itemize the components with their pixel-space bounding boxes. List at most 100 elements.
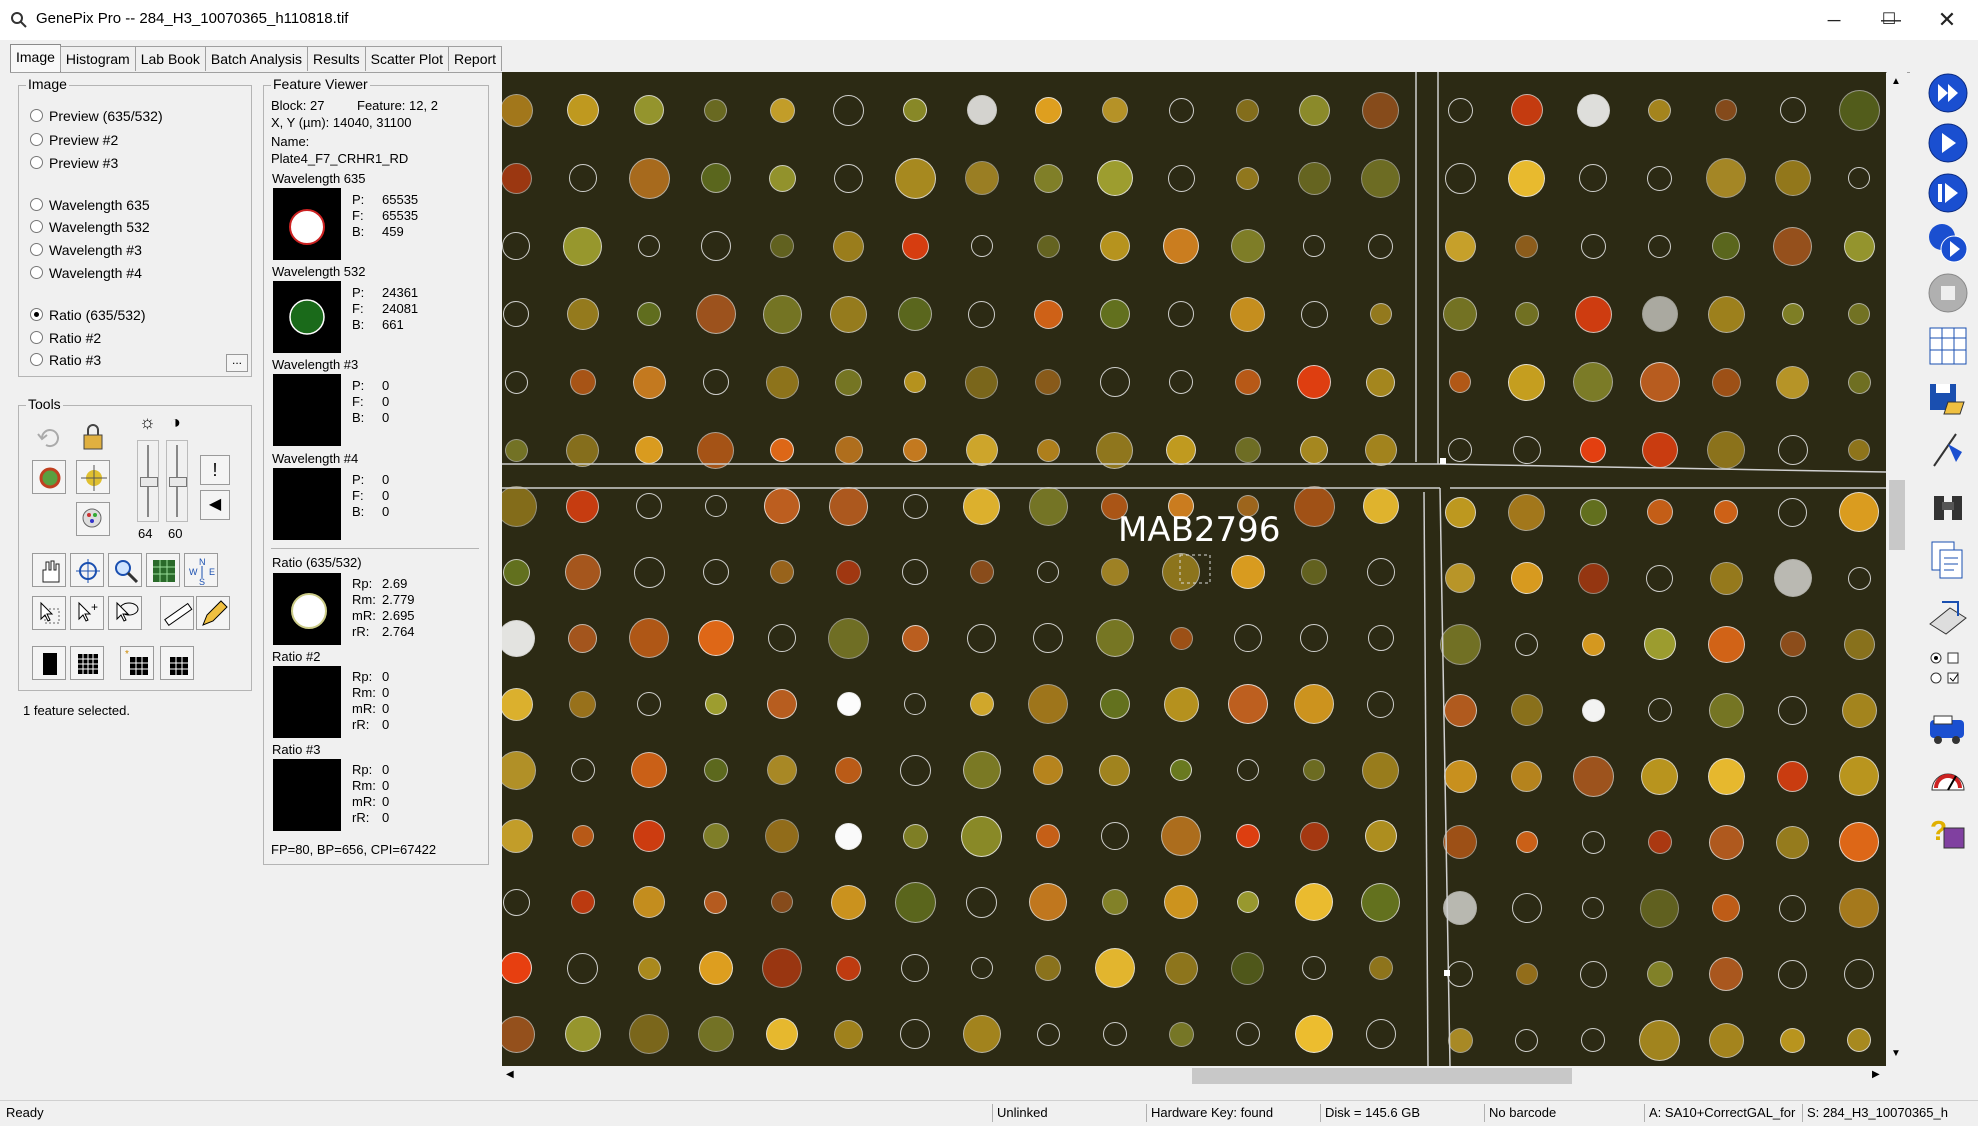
radio-ratio-2[interactable]: Ratio #2 [30,330,101,346]
minimize-window-button[interactable]: ─ [1805,0,1863,40]
wavelength-4-thumbnail [273,468,341,540]
wavelength-532-thumbnail [273,281,341,353]
wavelength-3-values: P: 0 F: 0 B: 0 [352,378,390,425]
radio-wavelength-532[interactable]: Wavelength 532 [30,219,150,235]
block-properties-icon[interactable] [160,646,194,680]
vertical-scroll-thumb[interactable] [1889,480,1905,550]
rotate-icon[interactable] [32,460,66,494]
tab-lab-book[interactable]: Lab Book [134,46,206,71]
scroll-left-icon[interactable]: ◀ [506,1069,514,1080]
tab-report[interactable]: Report [448,46,503,71]
gauge-icon[interactable] [1926,758,1970,802]
app-icon [11,12,27,28]
radio-ratio-635-532[interactable]: Ratio (635/532) [30,307,146,323]
block-grid-icon[interactable] [70,646,104,680]
status-ready: Ready [6,1105,44,1120]
flag-icon[interactable] [1926,428,1970,472]
radio-preview-635-532[interactable]: Preview (635/532) [30,108,163,124]
new-block-icon[interactable]: * [120,646,154,680]
zoom-center-icon[interactable] [70,553,104,587]
tab-bar: Image Histogram Lab Book Batch Analysis Resu… [10,44,503,72]
viewer-divider [271,548,479,549]
lock-icon[interactable] [76,420,110,454]
tab-results[interactable]: Results [306,46,366,71]
undo-icon[interactable] [32,420,66,454]
ratio-635-532-label: Ratio (635/532) [272,555,362,570]
scroll-up-icon[interactable]: ▲ [1891,76,1901,87]
wavelength-635-values: P: 65535 F: 65535 B: 459 [352,192,419,239]
radio-wavelength-4[interactable]: Wavelength #4 [30,265,142,281]
scan-play-icon[interactable] [1926,121,1970,165]
gal-file-icon[interactable] [1926,324,1970,368]
contrast-slider[interactable] [166,440,188,522]
window-title: GenePix Pro -- 284_H3_10070365_h110818.t… [36,10,349,27]
pencil-icon[interactable] [196,596,230,630]
title-bar: GenePix Pro -- 284_H3_10070365_h110818.t… [0,0,1978,40]
scan-multi-icon[interactable] [1926,221,1970,265]
help-icon[interactable]: ? [1926,810,1970,854]
stop-icon[interactable] [1926,271,1970,315]
selection-status: 1 feature selected. [23,703,130,718]
left-arrow-icon[interactable]: ◀ [200,490,230,520]
status-hardware-key: Hardware Key: found [1146,1104,1321,1122]
horizontal-scroll-thumb[interactable] [1192,1068,1572,1084]
brightness-slider[interactable] [137,440,159,522]
maximize-window-button[interactable]: ☐ [1860,0,1918,40]
radio-ratio-3[interactable]: Ratio #3 [30,352,101,368]
zoom-icon[interactable] [108,553,142,587]
scan-fast-forward-icon[interactable] [1926,71,1970,115]
select-pointer-icon[interactable] [32,596,66,630]
wavelength-532-values: P: 24361 F: 24081 B: 661 [352,285,419,332]
radio-preview-2[interactable]: Preview #2 [30,132,118,148]
radio-preview-3[interactable]: Preview #3 [30,155,118,171]
vertical-scrollbar[interactable]: ▲ ▼ [1887,72,1907,1066]
binoculars-icon[interactable] [1926,486,1970,530]
ratio-3-thumbnail [273,759,341,831]
status-barcode: No barcode [1484,1104,1645,1122]
palette-icon[interactable] [76,502,110,536]
lasso-icon[interactable] [108,596,142,630]
close-window-button[interactable]: ✕ [1918,0,1976,40]
add-feature-icon[interactable]: + [70,596,104,630]
compass-icon[interactable]: NW ES [184,553,218,587]
ruler-icon[interactable] [160,596,194,630]
tab-histogram[interactable]: Histogram [59,46,136,71]
scan-step-icon[interactable] [1926,171,1970,215]
name-label: Name: [271,134,310,149]
contrast-icon: ◑ [170,412,181,432]
more-options-button[interactable]: ... [226,354,248,372]
grid-table-icon[interactable] [146,553,180,587]
brightness-value: 64 [138,526,153,541]
report-pages-icon[interactable] [1926,538,1970,582]
feature-label: Feature: 12, 2 [357,98,438,113]
block-label: Block: 27 [271,98,325,113]
scroll-down-icon[interactable]: ▼ [1891,1048,1901,1059]
radio-wavelength-3[interactable]: Wavelength #3 [30,242,142,258]
status-scan: S: 284_H3_10070365_h [1802,1104,1977,1122]
hand-icon[interactable] [32,553,66,587]
scroll-right-icon[interactable]: ▶ [1872,1069,1880,1080]
save-icon[interactable] [1926,376,1970,420]
svg-text:*: * [125,649,129,660]
right-toolbar: ? [1916,66,1978,866]
contrast-value: 60 [168,526,183,541]
horizontal-scrollbar[interactable]: ◀ ▶ [502,1066,1887,1086]
tab-scatter-plot[interactable]: Scatter Plot [364,46,450,71]
xy-label: X, Y (µm): 14040, 31100 [271,115,412,130]
svg-text:S: S [199,577,205,587]
tab-image[interactable]: Image [10,44,61,72]
ratio-2-values: Rp: 0 Rm: 0 mR: 0 rR: 0 [352,669,390,732]
scanner-icon[interactable] [1926,596,1970,640]
single-block-icon[interactable] [32,646,66,680]
find-features-icon[interactable] [76,460,110,494]
status-gal: A: SA10+CorrectGAL_for [1644,1104,1803,1122]
brightness-icon: ☼ [139,412,156,432]
autoloader-icon[interactable] [1926,706,1970,750]
wavelength-4-label: Wavelength #4 [272,451,359,466]
wavelength-4-values: P: 0 F: 0 B: 0 [352,472,390,519]
microarray-image[interactable]: MAB2796 [502,72,1886,1066]
radio-checkbox-icon[interactable] [1926,648,1970,692]
alert-icon[interactable]: ! [200,455,230,485]
tab-batch-analysis[interactable]: Batch Analysis [204,46,308,71]
radio-wavelength-635[interactable]: Wavelength 635 [30,197,150,213]
